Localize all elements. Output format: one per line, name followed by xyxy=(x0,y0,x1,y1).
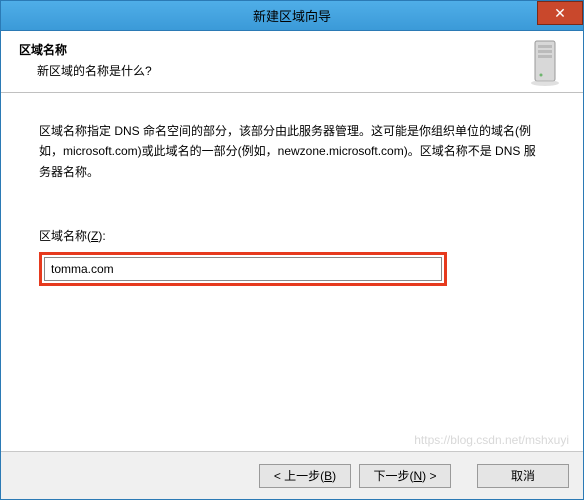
back-button[interactable]: < 上一步(B) xyxy=(259,464,351,488)
wizard-content: 区域名称指定 DNS 命名空间的部分，该部分由此服务器管理。这可能是你组织单位的… xyxy=(1,93,583,296)
header-title: 区域名称 xyxy=(19,41,565,58)
input-highlight xyxy=(39,252,447,286)
wizard-window: 新建区域向导 ✕ 区域名称 新区域的名称是什么? 区域名称指定 DNS 命名空间… xyxy=(0,0,584,500)
next-button[interactable]: 下一步(N) > xyxy=(359,464,451,488)
description-text: 区域名称指定 DNS 命名空间的部分，该部分由此服务器管理。这可能是你组织单位的… xyxy=(39,121,545,182)
zone-name-input[interactable] xyxy=(44,257,442,281)
watermark: https://blog.csdn.net/mshxuyi xyxy=(414,433,569,447)
close-icon: ✕ xyxy=(554,5,566,22)
header-subtitle: 新区域的名称是什么? xyxy=(37,62,565,79)
zone-name-label: 区域名称(Z): xyxy=(39,226,545,246)
button-bar: < 上一步(B) 下一步(N) > 取消 xyxy=(1,451,583,499)
server-icon xyxy=(527,39,563,87)
cancel-button[interactable]: 取消 xyxy=(477,464,569,488)
wizard-header: 区域名称 新区域的名称是什么? xyxy=(1,31,583,93)
titlebar: 新建区域向导 ✕ xyxy=(1,1,583,31)
close-button[interactable]: ✕ xyxy=(537,1,583,25)
window-title: 新建区域向导 xyxy=(253,6,331,25)
